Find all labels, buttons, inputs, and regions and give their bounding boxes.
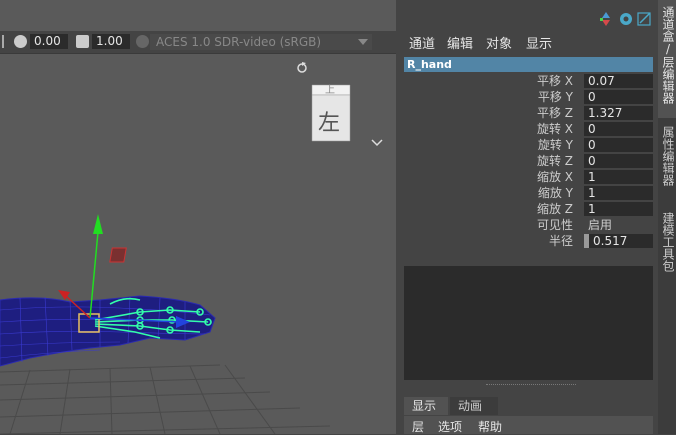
attr-scale-y[interactable]: 缩放 Y 1 bbox=[404, 185, 653, 201]
attr-value[interactable]: 1.327 bbox=[584, 106, 653, 120]
attr-rotate-y[interactable]: 旋转 Y 0 bbox=[404, 137, 653, 153]
attr-scale-x[interactable]: 缩放 X 1 bbox=[404, 169, 653, 185]
attr-value[interactable]: 0.07 bbox=[584, 74, 653, 88]
axis-icon[interactable] bbox=[600, 12, 610, 26]
menu-show[interactable]: 显示 bbox=[526, 33, 552, 52]
attr-rotate-x[interactable]: 旋转 X 0 bbox=[404, 121, 653, 137]
attr-label: 平移 X bbox=[536, 74, 573, 88]
attr-value[interactable]: 0 bbox=[584, 154, 653, 168]
attr-value[interactable]: 0 bbox=[584, 138, 653, 152]
attribute-list-area bbox=[404, 266, 653, 380]
gamma-field[interactable]: 1.00 bbox=[92, 34, 130, 49]
attr-label: 缩放 Y bbox=[537, 186, 573, 200]
menu-edit[interactable]: 编辑 bbox=[447, 33, 473, 52]
attr-label: 旋转 Y bbox=[537, 138, 573, 152]
attr-label: 可见性 bbox=[536, 218, 573, 232]
viewport[interactable]: 上 左 0.00 1.00 ACES 1.0 SDR-video (sRGB) bbox=[0, 0, 396, 434]
menu-help[interactable]: 帮助 bbox=[478, 418, 502, 435]
viewcube-face-label: 左 bbox=[318, 111, 341, 136]
attr-translate-z[interactable]: 平移 Z 1.327 bbox=[404, 105, 653, 121]
gamma-icon[interactable] bbox=[76, 35, 89, 48]
color-space-label: ACES 1.0 SDR-video (sRGB) bbox=[156, 35, 322, 49]
attr-value[interactable]: 1 bbox=[584, 186, 653, 200]
viewport-toolbar: 0.00 1.00 ACES 1.0 SDR-video (sRGB) bbox=[0, 31, 396, 54]
attr-value[interactable]: 启用 bbox=[584, 218, 653, 232]
attr-label: 平移 Y bbox=[537, 90, 573, 104]
layer-editor-menubar: 层 选项 帮助 bbox=[404, 416, 653, 434]
sidebar-tab-channel-box[interactable]: 通道盒/层编辑器 bbox=[660, 6, 675, 104]
menu-options[interactable]: 选项 bbox=[438, 418, 462, 435]
viewport-scene[interactable] bbox=[0, 0, 396, 434]
attr-label: 缩放 X bbox=[536, 170, 573, 184]
attr-value[interactable]: 1 bbox=[584, 170, 653, 184]
attr-visibility[interactable]: 可见性 启用 bbox=[404, 217, 653, 233]
channel-box-menubar: 通道 编辑 对象 显示 bbox=[396, 30, 658, 52]
attr-value[interactable]: 0 bbox=[584, 90, 653, 104]
attr-label: 旋转 X bbox=[536, 122, 573, 136]
panel-top-icons bbox=[598, 10, 658, 26]
viewcube-top-label: 上 bbox=[325, 85, 335, 96]
menu-object[interactable]: 对象 bbox=[486, 33, 512, 52]
refresh-icon[interactable] bbox=[297, 62, 307, 73]
tab-animation[interactable]: 动画 bbox=[450, 397, 498, 415]
attr-label: 旋转 Z bbox=[536, 154, 573, 168]
attr-rotate-z[interactable]: 旋转 Z 0 bbox=[404, 153, 653, 169]
attr-radius[interactable]: 半径 0.517 bbox=[404, 233, 653, 249]
exposure-field[interactable]: 0.00 bbox=[30, 34, 68, 49]
node-icon[interactable] bbox=[620, 13, 632, 25]
attr-translate-y[interactable]: 平移 Y 0 bbox=[404, 89, 653, 105]
attr-value[interactable]: 1 bbox=[584, 202, 653, 216]
toolbar-grip[interactable] bbox=[2, 35, 4, 48]
right-sidebar: 通道盒/层编辑器 属性编辑器 建模工具包 bbox=[658, 0, 676, 434]
sidebar-tab-attribute-editor[interactable]: 属性编辑器 bbox=[660, 126, 675, 186]
view-cube[interactable]: 上 左 bbox=[310, 83, 352, 143]
menu-channels[interactable]: 通道 bbox=[409, 33, 435, 52]
channel-box-panel: 通道 编辑 对象 显示 R_hand 平移 X 0.07 平移 Y 0 平移 Z… bbox=[396, 0, 658, 434]
edit-icon[interactable] bbox=[637, 12, 651, 26]
attr-label: 半径 bbox=[548, 234, 573, 248]
exposure-icon[interactable] bbox=[14, 35, 27, 48]
dropdown-arrow-icon bbox=[358, 39, 368, 45]
attr-scale-z[interactable]: 缩放 Z 1 bbox=[404, 201, 653, 217]
panel-splitter[interactable] bbox=[486, 384, 576, 387]
menu-layers[interactable]: 层 bbox=[412, 418, 424, 435]
color-space-dropdown[interactable]: ACES 1.0 SDR-video (sRGB) bbox=[150, 34, 372, 50]
attr-label: 平移 Z bbox=[536, 106, 573, 120]
attr-value[interactable]: 0.517 bbox=[584, 234, 653, 248]
attr-value[interactable]: 0 bbox=[584, 122, 653, 136]
chevron-down-icon[interactable] bbox=[371, 139, 383, 147]
tab-display[interactable]: 显示 bbox=[404, 397, 448, 415]
attr-label: 缩放 Z bbox=[536, 202, 573, 216]
sidebar-tab-modeling-toolkit[interactable]: 建模工具包 bbox=[660, 212, 675, 272]
attr-translate-x[interactable]: 平移 X 0.07 bbox=[404, 73, 653, 89]
node-name-header[interactable]: R_hand bbox=[404, 57, 653, 72]
color-management-icon[interactable] bbox=[136, 35, 149, 48]
